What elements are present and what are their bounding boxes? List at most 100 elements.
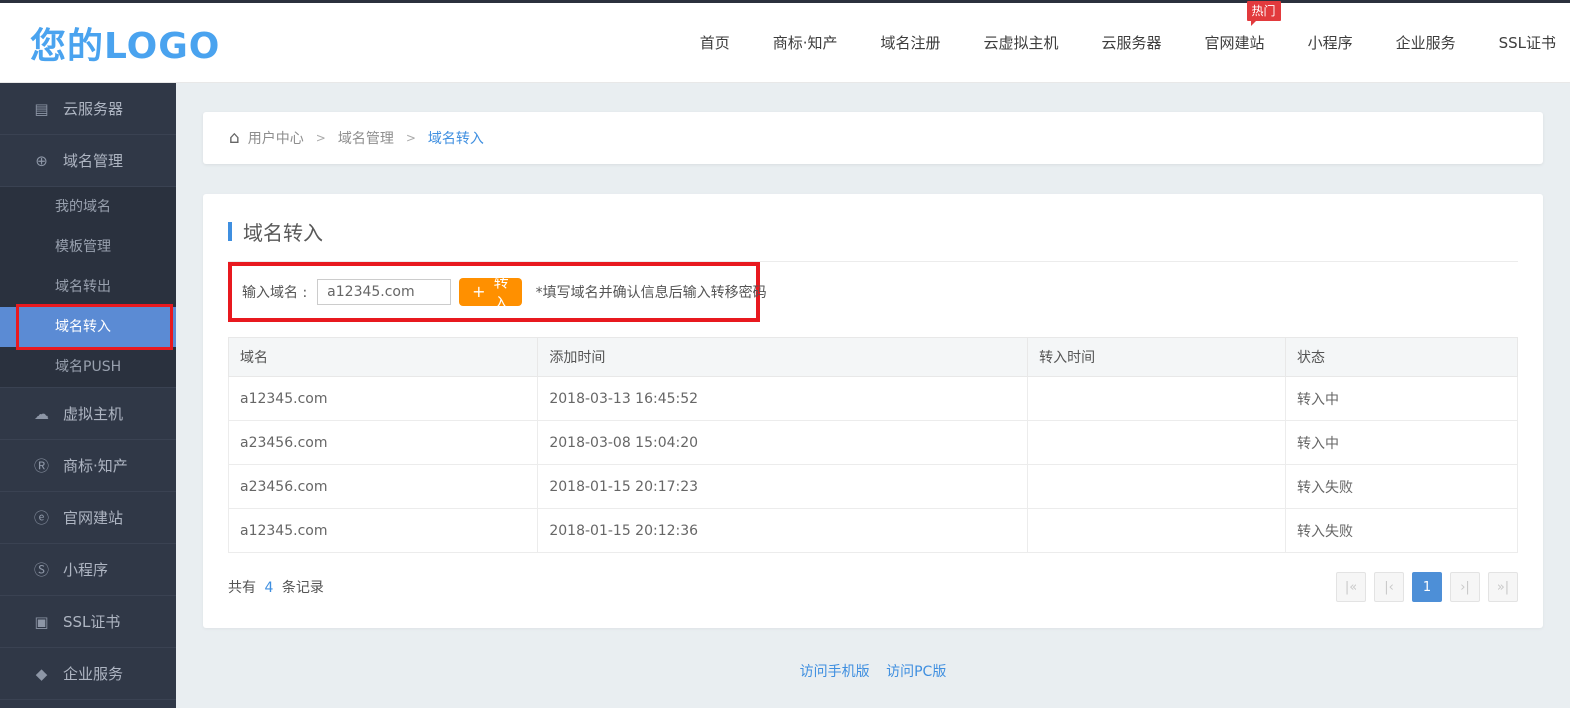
- sidebar: ▤ 云服务器 ⊕ 域名管理 我的域名 模板管理 域名转出 域名转入 域名PUSH…: [0, 83, 176, 708]
- sidebar-item-label: 商标·知产: [63, 455, 128, 476]
- pagination-page-1-button[interactable]: 1: [1412, 572, 1442, 602]
- cell-added-time: 2018-03-08 15:04:20: [538, 421, 1028, 465]
- breadcrumb-user-center[interactable]: 用户中心: [248, 128, 304, 148]
- domain-transfer-table: 域名 添加时间 转入时间 状态 a12345.com 2018-03-13 16…: [228, 337, 1518, 553]
- cell-transfer-time: [1028, 465, 1286, 509]
- bottom-links: 访问手机版 访问PC版: [203, 661, 1543, 681]
- cell-domain: a23456.com: [229, 421, 538, 465]
- sidebar-item-cloud-server[interactable]: ▤ 云服务器: [0, 83, 176, 135]
- domain-transfer-panel: 域名转入 输入域名 : + 转入 *填写域名并确认信息后输入转移密码 域名 添加…: [203, 194, 1543, 628]
- cell-added-time: 2018-01-15 20:12:36: [538, 509, 1028, 553]
- annotation-box: 输入域名 : + 转入 *填写域名并确认信息后输入转移密码: [228, 262, 760, 322]
- cell-transfer-time: [1028, 509, 1286, 553]
- column-header-status: 状态: [1285, 338, 1517, 377]
- table-row: a12345.com 2018-03-13 16:45:52 转入中: [229, 377, 1518, 421]
- title-accent-bar: [228, 222, 232, 241]
- record-count-number: 4: [264, 580, 273, 596]
- nav-item-trademark[interactable]: 商标·知产: [773, 32, 838, 53]
- nav-item-ssl[interactable]: SSL证书: [1499, 32, 1556, 53]
- main-nav: 首页 商标·知产 域名注册 云虚拟主机 云服务器 官网建站 热门 小程序 企业服…: [700, 32, 1556, 53]
- status-badge: 转入失败: [1285, 465, 1517, 509]
- breadcrumb-separator: >: [316, 131, 326, 145]
- logo[interactable]: 您的LOGO: [30, 17, 220, 69]
- sidebar-item-miniprogram[interactable]: Ⓢ 小程序: [0, 544, 176, 596]
- breadcrumb-domain-management[interactable]: 域名管理: [338, 128, 394, 148]
- sidebar-item-label: 小程序: [63, 559, 108, 580]
- sidebar-item-my-domains[interactable]: 我的域名: [0, 187, 176, 227]
- status-badge: 转入中: [1285, 377, 1517, 421]
- domain-input-label: 输入域名 :: [242, 282, 307, 302]
- sidebar-item-template-management[interactable]: 模板管理: [0, 227, 176, 267]
- sidebar-item-label: 域名转入: [55, 319, 111, 335]
- pagination-last-button[interactable]: »|: [1488, 572, 1518, 602]
- mobile-version-link[interactable]: 访问手机版: [800, 664, 870, 680]
- sidebar-item-enterprise-service[interactable]: ◆ 企业服务: [0, 648, 176, 700]
- nav-item-cloud-server[interactable]: 云服务器: [1102, 32, 1162, 53]
- nav-item-domain-register[interactable]: 域名注册: [881, 32, 941, 53]
- sidebar-item-trademark[interactable]: Ⓡ 商标·知产: [0, 440, 176, 492]
- sidebar-item-domain-push[interactable]: 域名PUSH: [0, 347, 176, 387]
- status-badge: 转入中: [1285, 421, 1517, 465]
- cell-added-time: 2018-01-15 20:17:23: [538, 465, 1028, 509]
- nav-item-enterprise-service[interactable]: 企业服务: [1396, 32, 1456, 53]
- sidebar-item-website-builder[interactable]: ⓔ 官网建站: [0, 492, 176, 544]
- hot-badge: 热门: [1247, 1, 1281, 21]
- sidebar-item-label: 官网建站: [63, 507, 123, 528]
- nav-item-home[interactable]: 首页: [700, 32, 730, 53]
- sidebar-item-domain-management[interactable]: ⊕ 域名管理: [0, 135, 176, 187]
- sidebar-item-label: 虚拟主机: [63, 403, 123, 424]
- breadcrumb-domain-transfer-in[interactable]: 域名转入: [428, 128, 484, 148]
- table-row: a12345.com 2018-01-15 20:12:36 转入失败: [229, 509, 1518, 553]
- content-area: ⌂ 用户中心 > 域名管理 > 域名转入 域名转入 输入域名 : + 转入 *填…: [176, 83, 1570, 708]
- pc-version-link[interactable]: 访问PC版: [886, 664, 946, 680]
- pagination-first-button[interactable]: |«: [1336, 572, 1366, 602]
- sidebar-item-label: 企业服务: [63, 663, 123, 684]
- nav-item-miniprogram[interactable]: 小程序: [1308, 32, 1353, 53]
- sidebar-item-label: SSL证书: [63, 611, 120, 632]
- record-count: 共有 4 条记录: [228, 577, 324, 597]
- pagination-next-button[interactable]: ›|: [1450, 572, 1480, 602]
- breadcrumb-separator: >: [406, 131, 416, 145]
- nav-item-label: 官网建站: [1205, 34, 1265, 52]
- pagination-prev-button[interactable]: |‹: [1374, 572, 1404, 602]
- transfer-in-button[interactable]: + 转入: [459, 278, 521, 306]
- column-header-domain: 域名: [229, 338, 538, 377]
- home-icon[interactable]: ⌂: [229, 128, 240, 148]
- nav-item-cloud-virtual-host[interactable]: 云虚拟主机: [984, 32, 1059, 53]
- server-icon: ▤: [33, 100, 50, 118]
- cell-domain: a23456.com: [229, 465, 538, 509]
- transfer-in-button-label: 转入: [494, 271, 509, 313]
- nav-item-website-builder[interactable]: 官网建站 热门: [1205, 32, 1265, 53]
- status-badge: 转入失败: [1285, 509, 1517, 553]
- sidebar-item-virtual-host[interactable]: ☁ 虚拟主机: [0, 388, 176, 440]
- sidebar-item-label: 域名管理: [63, 150, 123, 171]
- sidebar-item-label: 云服务器: [63, 98, 123, 119]
- sidebar-item-domain-transfer-out[interactable]: 域名转出: [0, 267, 176, 307]
- table-row: a23456.com 2018-01-15 20:17:23 转入失败: [229, 465, 1518, 509]
- table-row: a23456.com 2018-03-08 15:04:20 转入中: [229, 421, 1518, 465]
- plus-icon: +: [472, 284, 485, 300]
- cloud-icon: ☁: [33, 405, 50, 423]
- trademark-icon: Ⓡ: [33, 455, 50, 476]
- enterprise-icon: ◆: [33, 665, 50, 683]
- cell-domain: a12345.com: [229, 509, 538, 553]
- domain-input[interactable]: [317, 279, 451, 305]
- cell-transfer-time: [1028, 377, 1286, 421]
- table-header-row: 域名 添加时间 转入时间 状态: [229, 338, 1518, 377]
- column-header-added-time: 添加时间: [538, 338, 1028, 377]
- sidebar-item-ssl[interactable]: ▣ SSL证书: [0, 596, 176, 648]
- domain-submenu: 我的域名 模板管理 域名转出 域名转入 域名PUSH: [0, 187, 176, 388]
- page-title: 域名转入: [243, 217, 323, 246]
- sidebar-item-domain-transfer-in[interactable]: 域名转入: [0, 307, 176, 347]
- website-icon: ⓔ: [33, 507, 50, 528]
- globe-icon: ⊕: [33, 152, 50, 170]
- column-header-transfer-time: 转入时间: [1028, 338, 1286, 377]
- cell-transfer-time: [1028, 421, 1286, 465]
- miniprogram-icon: Ⓢ: [33, 559, 50, 580]
- record-count-suffix: 条记录: [282, 580, 324, 596]
- pagination: |« |‹ 1 ›| »|: [1336, 572, 1518, 602]
- breadcrumb: ⌂ 用户中心 > 域名管理 > 域名转入: [203, 112, 1543, 164]
- cell-added-time: 2018-03-13 16:45:52: [538, 377, 1028, 421]
- ssl-icon: ▣: [33, 613, 50, 631]
- header: 您的LOGO 首页 商标·知产 域名注册 云虚拟主机 云服务器 官网建站 热门 …: [0, 3, 1570, 83]
